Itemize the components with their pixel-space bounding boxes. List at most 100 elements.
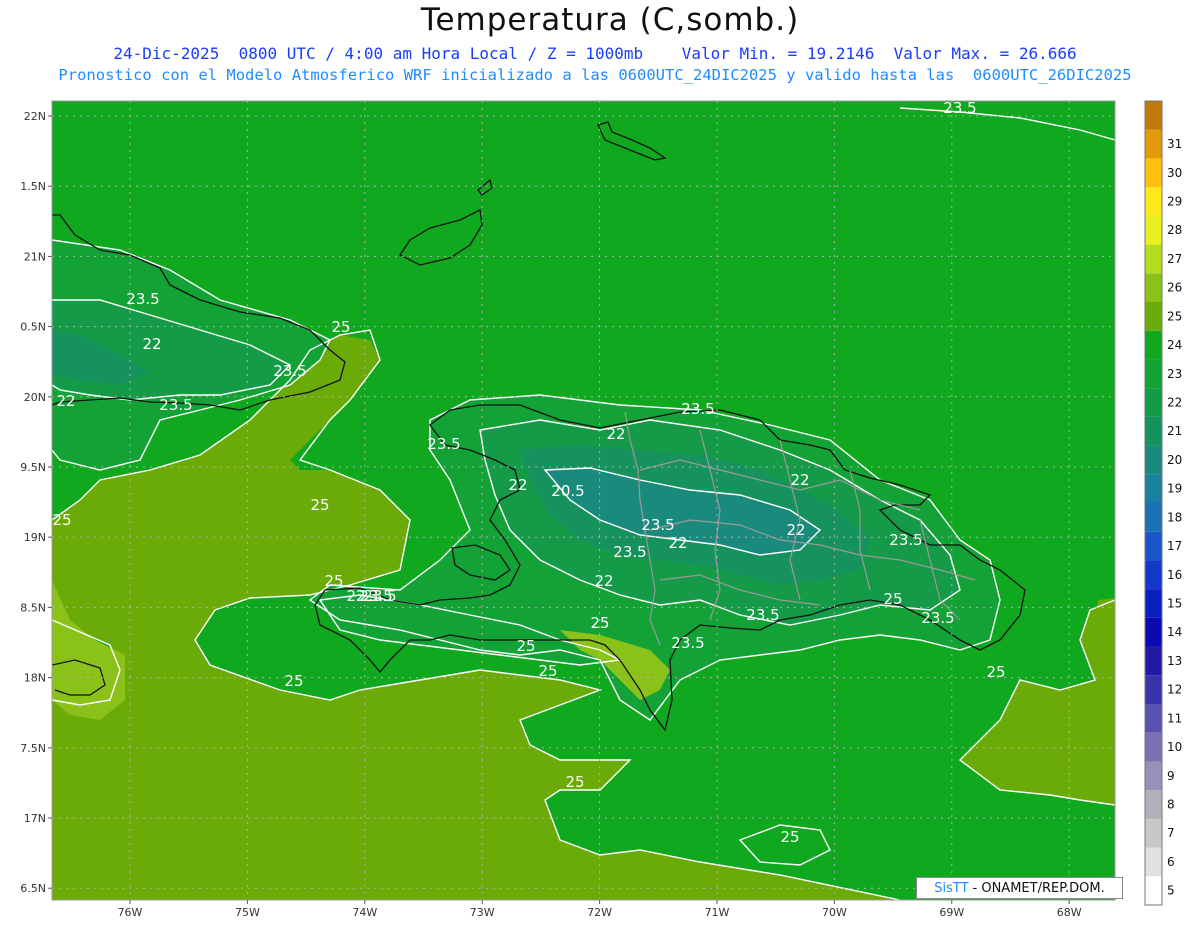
colorbar-label: 30	[1167, 166, 1182, 180]
contour-value-label: 25	[516, 637, 535, 655]
contour-value-label: 23.5	[363, 587, 396, 605]
colorbar-swatch	[1145, 646, 1162, 676]
contour-value-label: 25	[986, 663, 1005, 681]
colorbar-label: 11	[1167, 711, 1182, 725]
contour-value-label: 25	[883, 590, 902, 608]
colorbar-label: 26	[1167, 281, 1182, 295]
colorbar-label: 6	[1167, 855, 1175, 869]
latitude-tick-label: 21N	[24, 250, 46, 263]
contour-value-label: 22	[594, 572, 613, 590]
colorbar-swatch	[1145, 790, 1162, 819]
contour-value-label: 25	[52, 511, 71, 529]
colorbar-label: 13	[1167, 654, 1182, 668]
colorbar: 5 6 7 8 9 10 11 12 13 14 15 16 17 18 19 20 21 22 23 24 25 26 2…	[1144, 100, 1182, 906]
colorbar-swatch	[1145, 359, 1162, 389]
colorbar-label: 14	[1167, 625, 1182, 639]
credit-text: - ONAMET/REP.DOM.	[972, 880, 1105, 896]
contour-value-label: 23.5	[159, 396, 192, 414]
colorbar-swatch	[1145, 675, 1162, 704]
contour-value-label: 23.5	[943, 99, 976, 117]
credit-box: SisTT - ONAMET/REP.DOM.	[916, 877, 1123, 899]
longitude-tick-label: 68W	[1057, 906, 1082, 919]
contour-value-label: 23.5	[273, 362, 306, 380]
colorbar-swatch	[1145, 847, 1162, 877]
latitude-tick-label: 1.5N	[20, 180, 46, 193]
colorbar-label: 8	[1167, 798, 1175, 812]
longitude-tick-label: 73W	[470, 906, 495, 919]
temperature-map: 23.523.52223.522 23.5252523.52222 20.523.5…	[20, 99, 1182, 919]
contour-value-label: 25	[590, 614, 609, 632]
contour-value-label: 23.5	[681, 400, 714, 418]
colorbar-swatch	[1145, 531, 1162, 561]
colorbar-swatch	[1145, 560, 1162, 590]
colorbar-swatch	[1145, 445, 1162, 475]
longitude-tick-label: 71W	[705, 906, 730, 919]
sistt-logo: SisTT	[934, 880, 969, 896]
colorbar-label: 12	[1167, 683, 1182, 697]
contour-value-label: 25	[780, 828, 799, 846]
colorbar-swatch	[1145, 302, 1162, 331]
contour-value-label: 25	[538, 662, 557, 680]
contour-value-label: 22	[508, 476, 527, 494]
contour-value-label: 25	[324, 572, 343, 590]
longitude-tick-label: 72W	[587, 906, 612, 919]
colorbar-label: 16	[1167, 568, 1182, 582]
latitude-tick-label: 17N	[24, 812, 46, 825]
longitude-labels: 76W 75W 74W 73W 72W 71W 70W 69W 68W	[118, 900, 1082, 919]
colorbar-swatch	[1145, 617, 1162, 647]
colorbar-swatch	[1145, 818, 1162, 848]
colorbar-swatch	[1145, 330, 1162, 360]
contour-value-label: 25	[331, 318, 350, 336]
colorbar-label: 22	[1167, 396, 1182, 410]
colorbar-swatch	[1145, 503, 1162, 532]
latitude-tick-label: 18N	[24, 672, 46, 685]
latitude-tick-label: 19N	[24, 531, 46, 544]
colorbar-label: 17	[1167, 539, 1182, 553]
longitude-tick-label: 69W	[939, 906, 964, 919]
contour-value-label: 22	[56, 392, 75, 410]
colorbar-label: 29	[1167, 195, 1182, 209]
contour-value-label: 22	[142, 335, 161, 353]
colorbar-label: 9	[1167, 769, 1175, 783]
colorbar-label: 5	[1167, 884, 1175, 898]
colorbar-swatch	[1145, 704, 1162, 733]
colorbar-swatch	[1145, 388, 1162, 417]
contour-value-label: 25	[565, 773, 584, 791]
colorbar-swatch	[1145, 158, 1162, 188]
colorbar-label: 27	[1167, 252, 1182, 266]
latitude-tick-label: 9.5N	[20, 461, 46, 474]
colorbar-label: 19	[1167, 482, 1182, 496]
longitude-tick-label: 70W	[822, 906, 847, 919]
latitude-tick-label: 8.5N	[20, 601, 46, 614]
latitude-tick-label: 0.5N	[20, 321, 46, 334]
colorbar-swatch	[1145, 416, 1162, 446]
contour-value-label: 23.5	[889, 531, 922, 549]
contour-value-label: 23.5	[427, 435, 460, 453]
contour-value-label: 23.5	[641, 516, 674, 534]
contour-value-label: 22	[606, 425, 625, 443]
longitude-tick-label: 76W	[118, 906, 143, 919]
colorbar-label: 23	[1167, 367, 1182, 381]
contour-value-label: 22	[790, 471, 809, 489]
contour-value-label: 23.5	[126, 290, 159, 308]
contour-value-label: 22	[786, 521, 805, 539]
contour-value-label: 23.5	[921, 609, 954, 627]
colorbar-swatch	[1145, 876, 1162, 905]
contour-value-label: 20.5	[551, 482, 584, 500]
contour-value-label: 22	[668, 534, 687, 552]
longitude-tick-label: 74W	[352, 906, 377, 919]
colorbar-swatch	[1145, 474, 1162, 503]
colorbar-swatch	[1145, 244, 1162, 274]
colorbar-swatch	[1145, 187, 1162, 216]
latitude-tick-label: 22N	[24, 110, 46, 123]
contour-value-label: 23.5	[746, 606, 779, 624]
colorbar-label: 18	[1167, 510, 1182, 524]
colorbar-label: 31	[1167, 137, 1182, 151]
colorbar-label: 10	[1167, 740, 1182, 754]
colorbar-label: 21	[1167, 424, 1182, 438]
contour-value-label: 23.5	[613, 543, 646, 561]
colorbar-label: 25	[1167, 309, 1182, 323]
latitude-tick-label: 6.5N	[20, 882, 46, 895]
latitude-labels: 22N 1.5N 21N 0.5N 20N 9.5N 19N 8.5N 18N 7.5N 17N 6.…	[20, 110, 52, 895]
colorbar-label: 24	[1167, 338, 1182, 352]
